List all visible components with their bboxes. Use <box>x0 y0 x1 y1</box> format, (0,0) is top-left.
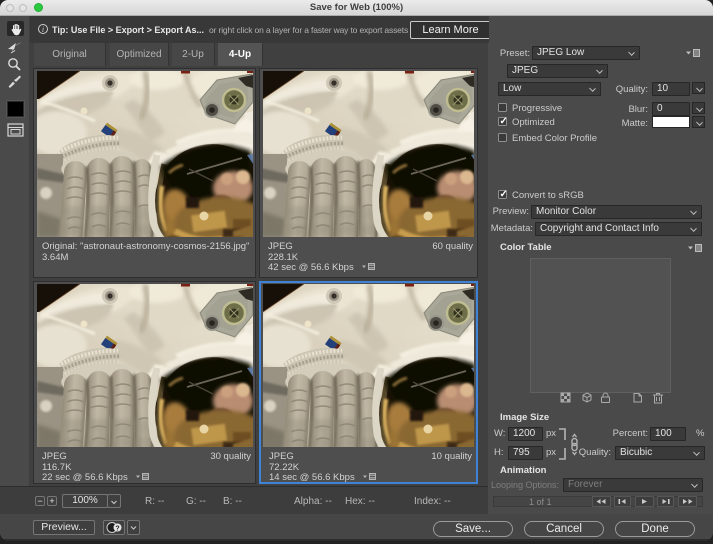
svg-text:?: ? <box>115 526 119 533</box>
